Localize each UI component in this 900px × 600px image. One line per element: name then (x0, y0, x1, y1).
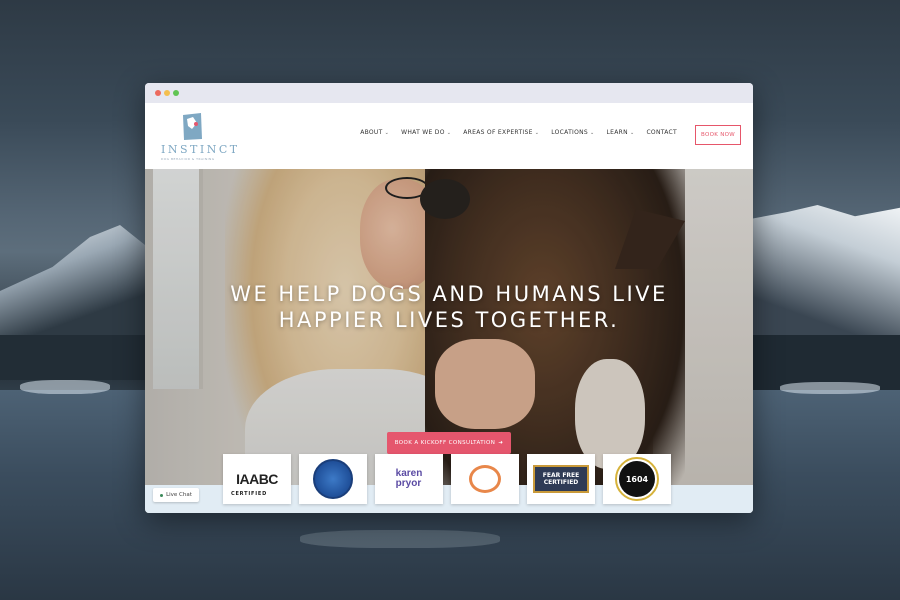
logo-wordmark: INSTINCT (161, 143, 240, 156)
nav-label: CONTACT (646, 129, 677, 136)
badge-iaabc[interactable]: IAABC CERTIFIED (223, 454, 291, 504)
nav-label: AREAS OF EXPERTISE (463, 129, 533, 136)
nav-label: LOCATIONS (551, 129, 589, 136)
book-now-button[interactable]: BOOK NOW (695, 125, 741, 145)
badge-anniversary[interactable] (451, 454, 519, 504)
site-logo[interactable]: INSTINCT DOG BEHAVIOR & TRAINING (159, 111, 239, 161)
mountain-left (0, 225, 150, 345)
nav-item-locations[interactable]: LOCATIONS ⌄ (551, 129, 594, 136)
logo-tagline: DOG BEHAVIOR & TRAINING (161, 157, 215, 161)
logo-mark-icon (183, 113, 202, 140)
cta-label: BOOK A KICKOFF CONSULTATION (394, 440, 496, 446)
nav-label: WHAT WE DO (401, 129, 445, 136)
badge-inc-5000[interactable]: 1604 (603, 454, 671, 504)
live-chat-button[interactable]: Live Chat (153, 488, 199, 502)
hero-headline-line1: WE HELP DOGS AND HUMANS LIVE (230, 282, 668, 306)
certification-badges: IAABC CERTIFIED karen pryor FEAR FREE CE… (223, 454, 671, 504)
nav-item-what-we-do[interactable]: WHAT WE DO ⌄ (401, 129, 451, 136)
hero-headline-line2: HAPPIER LIVES TOGETHER. (278, 308, 620, 332)
site-header: INSTINCT DOG BEHAVIOR & TRAINING ABOUT ⌄ … (145, 103, 753, 169)
browser-window: INSTINCT DOG BEHAVIOR & TRAINING ABOUT ⌄ … (145, 83, 753, 513)
browser-titlebar (145, 83, 753, 103)
close-dot-icon[interactable] (155, 90, 161, 96)
badge-karen-pryor-logo: karen pryor (396, 469, 423, 489)
badge-iaabc-sub: CERTIFIED (231, 491, 268, 497)
ice-floe (780, 382, 880, 394)
nav-item-areas-of-expertise[interactable]: AREAS OF EXPERTISE ⌄ (463, 129, 539, 136)
live-chat-label: Live Chat (166, 492, 192, 498)
chevron-down-icon: ⌄ (590, 129, 595, 136)
nav-item-contact[interactable]: CONTACT (646, 129, 677, 136)
badge-iaabc-logo: IAABC (236, 471, 278, 487)
ice-floe (20, 380, 110, 394)
chevron-down-icon: ⌄ (629, 129, 635, 136)
badge-anniversary-icon (469, 465, 501, 493)
hero-headline: WE HELP DOGS AND HUMANS LIVE HAPPIER LIV… (145, 281, 753, 333)
arrow-circle-icon: ➜ (498, 440, 504, 446)
badge-apdt-seal-icon (313, 459, 353, 499)
ice-floe (300, 530, 500, 548)
chat-status-icon (160, 493, 164, 497)
badge-karen-pryor[interactable]: karen pryor (375, 454, 443, 504)
badge-fear-free-line2: CERTIFIED (543, 479, 579, 486)
kickoff-consultation-button[interactable]: BOOK A KICKOFF CONSULTATION ➜ (387, 432, 511, 454)
badge-fear-free-logo: FEAR FREE CERTIFIED (533, 465, 589, 493)
chevron-down-icon: ⌄ (446, 129, 452, 136)
badge-inc-ring-icon (615, 457, 659, 501)
badge-apdt[interactable] (299, 454, 367, 504)
nav-label: LEARN (606, 129, 628, 136)
nav-item-learn[interactable]: LEARN ⌄ (607, 129, 635, 136)
chevron-down-icon: ⌄ (534, 129, 540, 136)
mountain-right (750, 205, 900, 345)
maximize-dot-icon[interactable] (173, 90, 179, 96)
shore-left (0, 335, 150, 380)
nav-item-about[interactable]: ABOUT ⌄ (360, 129, 389, 136)
minimize-dot-icon[interactable] (164, 90, 170, 96)
badge-fear-free[interactable]: FEAR FREE CERTIFIED (527, 454, 595, 504)
badge-fear-free-line1: FEAR FREE (542, 472, 580, 479)
chevron-down-icon: ⌄ (384, 129, 390, 136)
main-nav: ABOUT ⌄ WHAT WE DO ⌄ AREAS OF EXPERTISE ⌄ L… (360, 129, 677, 136)
badge-pryor-text: pryor (395, 478, 422, 489)
nav-label: ABOUT (360, 129, 383, 136)
